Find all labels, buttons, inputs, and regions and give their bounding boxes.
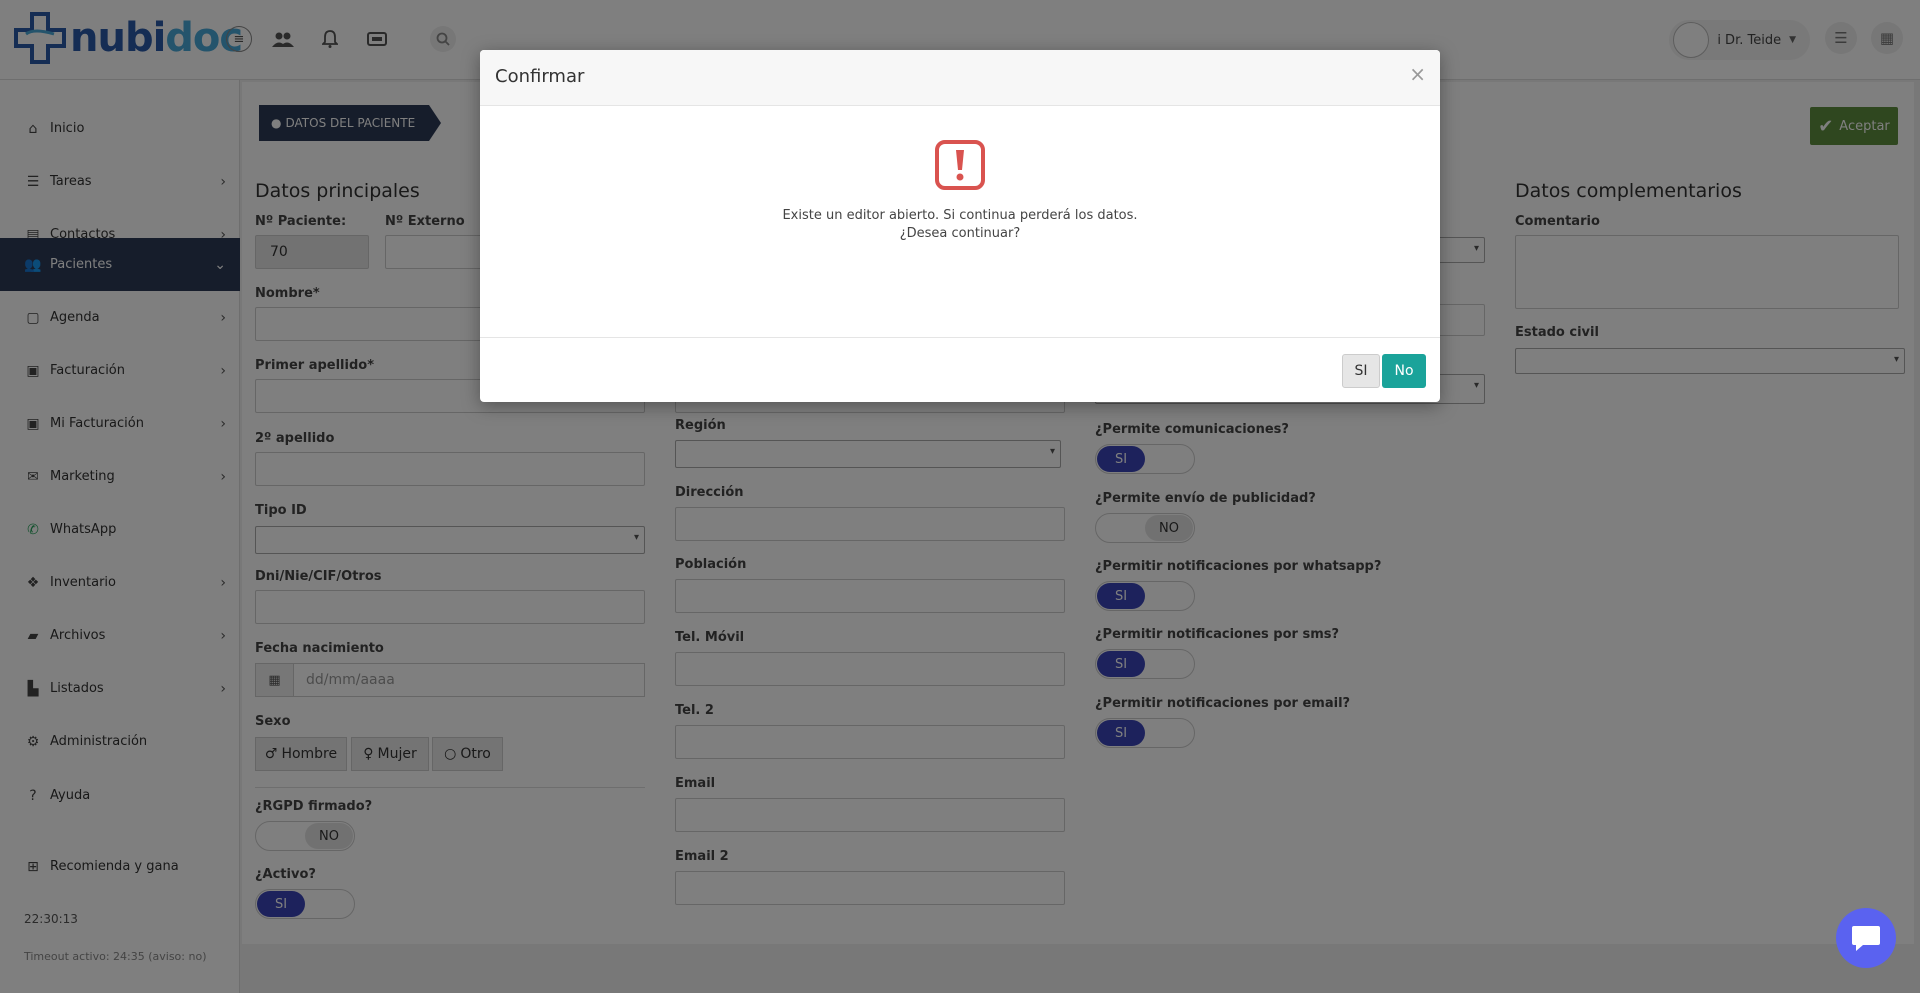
close-icon[interactable]: × xyxy=(1409,62,1426,86)
modal-message: Existe un editor abierto. Si continua pe… xyxy=(480,207,1440,243)
chat-bubble-icon xyxy=(1852,926,1880,951)
modal-message-line2: ¿Desea continuar? xyxy=(899,226,1021,241)
modal-message-line1: Existe un editor abierto. Si continua pe… xyxy=(782,208,1138,223)
yes-button[interactable]: SI xyxy=(1342,354,1380,388)
modal-title: Confirmar xyxy=(495,66,585,87)
exclamation-icon xyxy=(935,140,985,190)
modal-body: Existe un editor abierto. Si continua pe… xyxy=(480,107,1440,337)
no-button[interactable]: No xyxy=(1382,354,1426,388)
modal-header: Confirmar × xyxy=(480,50,1440,106)
chat-button[interactable] xyxy=(1836,908,1896,968)
modal-footer: SI No xyxy=(480,337,1440,402)
confirm-dialog: Confirmar × Existe un editor abierto. Si… xyxy=(480,50,1440,402)
